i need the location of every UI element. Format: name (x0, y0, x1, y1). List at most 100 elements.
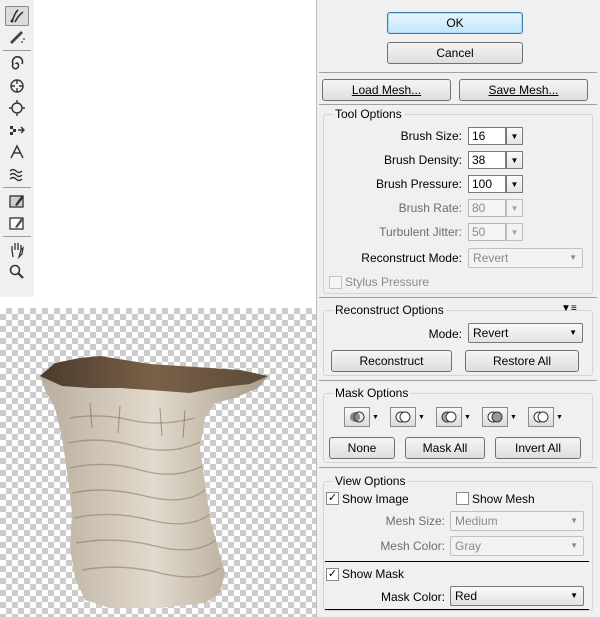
show-mesh-label: Show Mesh (472, 492, 535, 506)
mask-color-value: Red (455, 589, 478, 603)
ok-button[interactable]: OK (387, 12, 523, 34)
view-options-title: View Options (333, 474, 408, 488)
mask-invert-icon (533, 411, 549, 423)
bloat-icon (9, 100, 25, 116)
mesh-color-label: Mesh Color: (380, 539, 445, 553)
panel-menu-icon[interactable]: ▼≡ (561, 303, 577, 314)
mask-add-button[interactable]: ▼ (390, 406, 426, 428)
mode-value: Revert (473, 326, 509, 340)
forward-warp-tool[interactable] (5, 6, 29, 26)
mask-add-icon (395, 411, 411, 423)
mask-all-button[interactable]: Mask All (405, 437, 485, 459)
toolbar-divider (3, 50, 31, 51)
reconstruct-mode-dropdown[interactable]: Revert ▼ (468, 323, 583, 343)
reconstruct-button[interactable]: Reconstruct (331, 350, 452, 372)
mesh-color-value: Gray (455, 539, 482, 553)
mask-intersect-button[interactable]: ▼ (482, 406, 518, 428)
chevron-down-icon: ▼ (570, 541, 578, 550)
zoom-tool[interactable] (5, 262, 29, 282)
thaw-mask-tool[interactable] (5, 213, 29, 233)
brush-rate-input: 80 (468, 199, 506, 217)
brush-size-label: Brush Size: (400, 129, 462, 143)
pucker-tool[interactable] (5, 76, 29, 96)
show-image-checkbox[interactable]: ✓ (326, 492, 339, 505)
brush-size-dropdown[interactable]: ▼ (506, 127, 523, 145)
reconstruct-mode-value: Revert (473, 251, 509, 265)
mask-color-label: Mask Color: (380, 590, 445, 604)
warped-image-preview (40, 356, 268, 608)
stylus-pressure-checkbox (329, 276, 342, 289)
freeze-mask-icon (9, 195, 24, 208)
hand-icon (11, 243, 24, 259)
load-mesh-button[interactable]: Load Mesh... (322, 79, 451, 101)
zoom-icon (9, 264, 24, 279)
mesh-size-label: Mesh Size: (385, 514, 445, 528)
turbulent-jitter-label: Turbulent Jitter: (379, 225, 462, 239)
mask-none-button[interactable]: None (329, 437, 395, 459)
mesh-size-select: Medium ▼ (450, 511, 584, 531)
mask-replace-icon (350, 411, 365, 423)
reconstruct-mode-select: Revert ▼ (468, 248, 583, 268)
divider (325, 609, 589, 610)
brush-density-label: Brush Density: (383, 153, 462, 167)
cancel-button[interactable]: Cancel (387, 42, 523, 64)
show-mask-checkbox[interactable]: ✓ (326, 568, 339, 581)
forward-warp-icon (10, 9, 24, 23)
divider (319, 104, 597, 105)
restore-all-button[interactable]: Restore All (465, 350, 579, 372)
save-mesh-label: Save Mesh... (488, 83, 559, 97)
preview-canvas[interactable] (0, 308, 316, 617)
brush-density-dropdown[interactable]: ▼ (506, 151, 523, 169)
mirror-tool[interactable] (5, 142, 29, 162)
chevron-down-icon: ▼ (510, 203, 519, 213)
show-mesh-checkbox[interactable] (456, 492, 469, 505)
divider (319, 467, 597, 468)
mask-subtract-button[interactable]: ▼ (436, 406, 472, 428)
bloat-tool[interactable] (5, 98, 29, 118)
hand-tool[interactable] (5, 240, 29, 260)
brush-pressure-input[interactable]: 100 (468, 175, 506, 193)
show-mask-label: Show Mask (342, 567, 405, 581)
chevron-down-icon: ▼ (510, 227, 519, 237)
brush-size-input[interactable]: 16 (468, 127, 506, 145)
brush-pressure-label: Brush Pressure: (375, 177, 462, 191)
push-left-tool[interactable] (5, 120, 29, 140)
twirl-tool[interactable] (5, 54, 29, 74)
brush-rate-label: Brush Rate: (398, 201, 462, 215)
turbulent-jitter-input: 50 (468, 223, 506, 241)
divider (319, 72, 597, 73)
save-mesh-button[interactable]: Save Mesh... (459, 79, 588, 101)
turbulence-tool[interactable] (5, 164, 29, 184)
push-left-icon (10, 126, 25, 135)
chevron-down-icon: ▼ (510, 155, 519, 165)
reconstruct-brush-icon (10, 31, 25, 44)
mask-subtract-icon (441, 411, 457, 423)
mode-label: Mode: (428, 327, 462, 341)
pucker-icon (10, 79, 24, 93)
chevron-down-icon: ▼ (569, 328, 577, 337)
mask-options-title: Mask Options (333, 386, 411, 400)
mesh-color-select: Gray ▼ (450, 536, 584, 556)
reconstruct-tool[interactable] (5, 27, 29, 47)
tool-options-title: Tool Options (333, 107, 404, 121)
liquify-options-panel: OK Cancel Load Mesh... Save Mesh... Tool… (316, 0, 600, 617)
twirl-icon (11, 56, 24, 70)
stylus-pressure-label: Stylus Pressure (345, 275, 430, 289)
mask-color-select[interactable]: Red ▼ (450, 586, 584, 606)
turbulence-icon (9, 168, 23, 182)
freeze-mask-tool[interactable] (5, 191, 29, 211)
chevron-down-icon: ▼ (510, 131, 519, 141)
toolbar-divider (3, 187, 31, 188)
brush-pressure-dropdown[interactable]: ▼ (506, 175, 523, 193)
reconstruct-options-title: Reconstruct Options (333, 303, 446, 317)
reconstruct-mode-label: Reconstruct Mode: (361, 251, 462, 265)
mask-replace-button[interactable]: ▼ (344, 406, 380, 428)
mask-invert-button[interactable]: ▼ (528, 406, 564, 428)
divider (319, 297, 597, 298)
show-image-label: Show Image (342, 492, 409, 506)
mask-intersect-icon (487, 411, 503, 423)
invert-all-button[interactable]: Invert All (495, 437, 581, 459)
brush-density-input[interactable]: 38 (468, 151, 506, 169)
chevron-down-icon: ▼ (570, 591, 578, 600)
tools-panel (0, 0, 34, 297)
